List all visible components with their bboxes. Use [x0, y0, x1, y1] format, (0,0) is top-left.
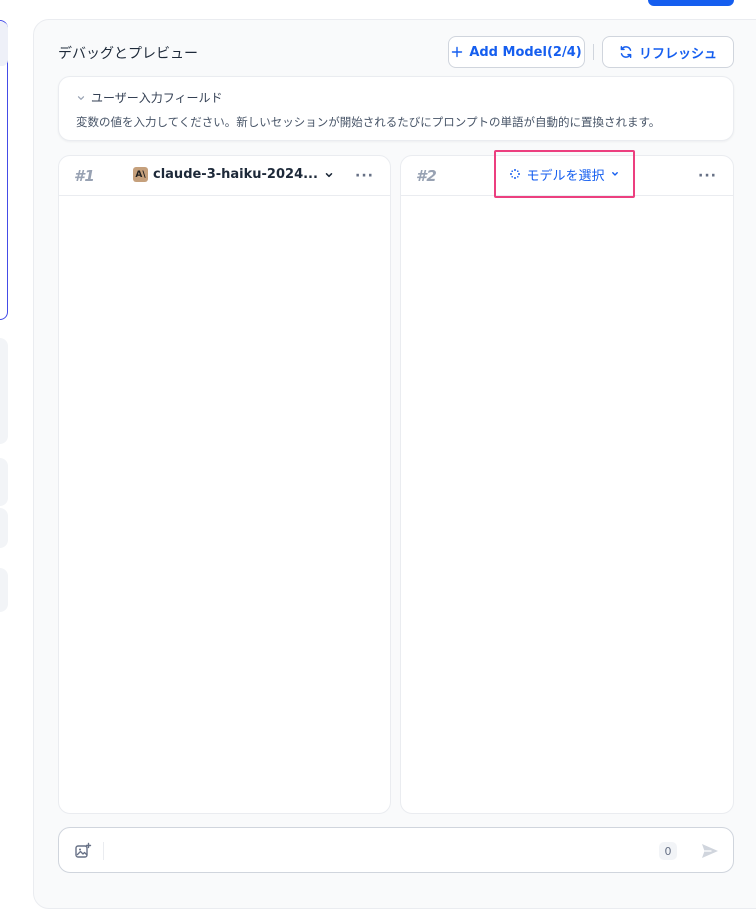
- chat-divider: [103, 842, 104, 860]
- refresh-icon: [620, 46, 632, 58]
- chat-input[interactable]: 0: [58, 827, 734, 873]
- refresh-button[interactable]: リフレッシュ: [602, 36, 734, 68]
- sidebar-card[interactable]: [0, 458, 8, 506]
- user-input-field-description: 変数の値を入力してください。新しいセッションが開始されるたびにプロンプトの単語が…: [76, 115, 661, 129]
- chevron-down-icon: [77, 95, 85, 100]
- publish-button[interactable]: [648, 0, 734, 6]
- add-model-label: Add Model(2/4): [469, 44, 582, 60]
- column-number: #1: [74, 167, 95, 185]
- column-number: #2: [416, 167, 437, 185]
- sidebar-card[interactable]: [0, 508, 8, 548]
- panel-title: デバッグとプレビュー: [58, 46, 198, 62]
- model-spinner-icon: [510, 169, 521, 179]
- char-count-badge: 0: [659, 842, 677, 860]
- user-input-field-toggle[interactable]: ユーザー入力フィールド: [76, 89, 223, 106]
- anthropic-icon: A\: [133, 167, 148, 182]
- refresh-label: リフレッシュ: [638, 46, 717, 62]
- select-model-label: モデルを選択: [526, 168, 605, 184]
- user-input-field-section: ユーザー入力フィールド 変数の値を入力してください。新しいセッションが開始される…: [58, 76, 734, 141]
- model-name: claude-3-haiku-2024...: [153, 167, 318, 182]
- sidebar-card[interactable]: [0, 338, 8, 444]
- user-input-field-heading: ユーザー入力フィールド: [91, 91, 223, 105]
- model-selector[interactable]: A\ claude-3-haiku-2024...: [133, 167, 335, 182]
- plus-icon: [452, 46, 463, 58]
- model-column-header: #1 A\ claude-3-haiku-2024... ···: [59, 156, 390, 196]
- chevron-down-icon: [611, 172, 618, 176]
- model-column-2: #2 ···: [400, 155, 734, 814]
- toolbar-divider: [593, 44, 594, 60]
- sidebar-card[interactable]: [0, 568, 8, 612]
- sidebar-tab: [0, 22, 8, 66]
- more-icon[interactable]: ···: [355, 168, 374, 184]
- more-icon[interactable]: ···: [698, 168, 717, 184]
- add-model-button[interactable]: Add Model(2/4): [448, 36, 585, 68]
- image-upload-icon[interactable]: [74, 842, 92, 860]
- chevron-down-icon: [325, 172, 333, 177]
- send-icon[interactable]: [700, 841, 720, 861]
- select-model-button[interactable]: モデルを選択: [494, 150, 635, 198]
- model-column-1: #1 A\ claude-3-haiku-2024... ···: [58, 155, 391, 814]
